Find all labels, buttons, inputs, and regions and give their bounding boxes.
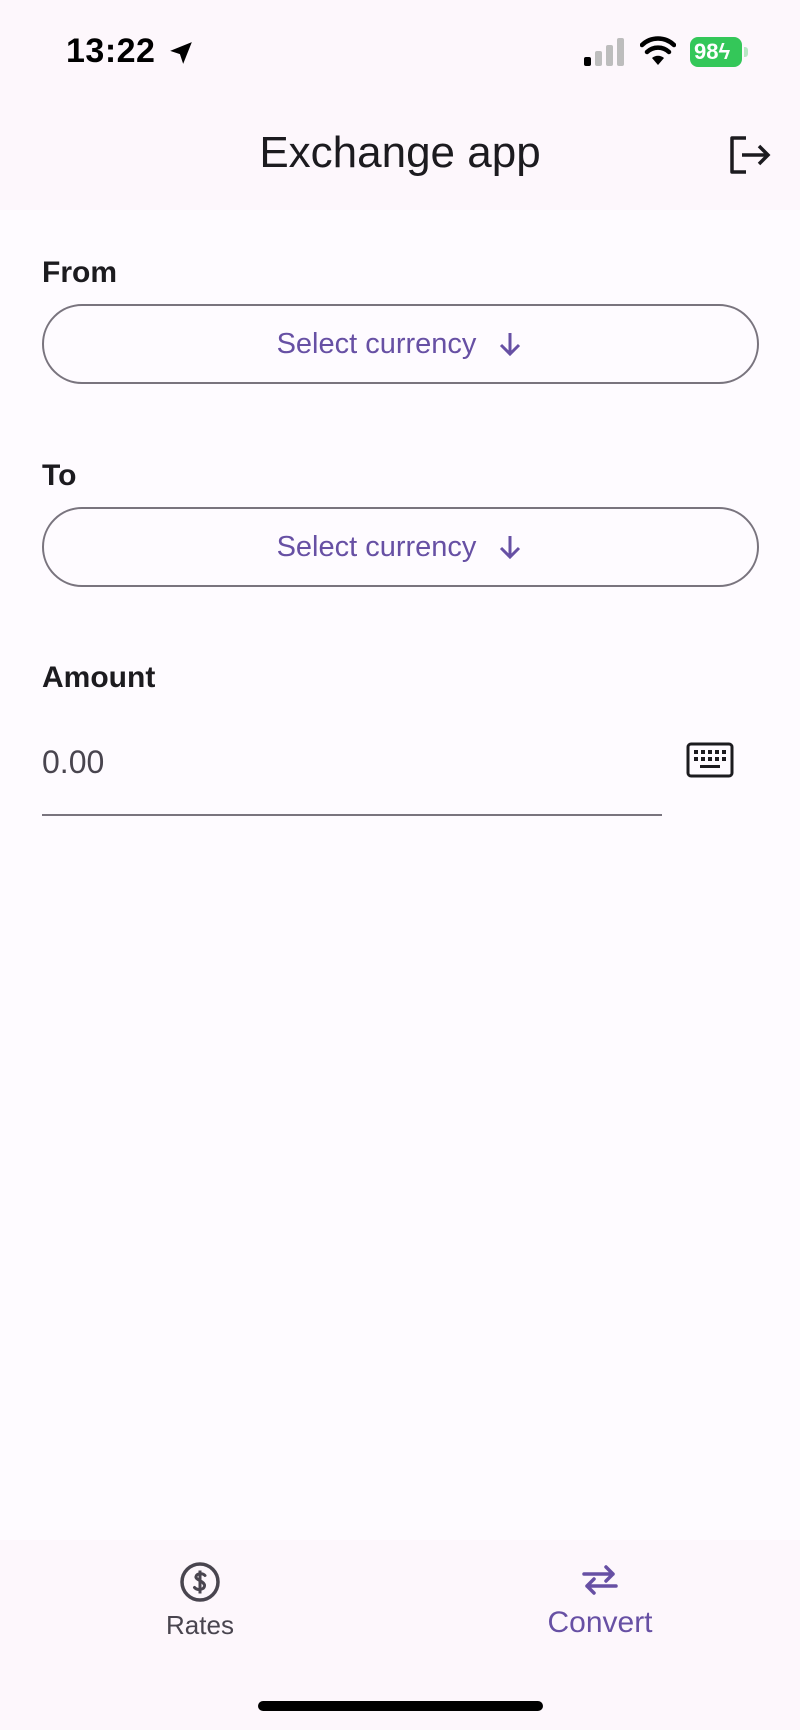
nav-item-rates[interactable]: Rates	[100, 1560, 300, 1670]
nav-item-convert[interactable]: Convert	[500, 1560, 700, 1670]
location-arrow-icon	[170, 42, 192, 64]
page-title: Exchange app	[259, 128, 541, 177]
status-time: 13:22	[66, 32, 156, 70]
battery-level: 98ϟ	[690, 37, 742, 67]
amount-label: Amount	[42, 661, 156, 694]
from-currency-button[interactable]: Select currency	[42, 304, 759, 384]
amount-field[interactable]	[42, 730, 662, 816]
home-indicator	[258, 1701, 543, 1711]
status-bar: 13:22 98ϟ	[0, 0, 800, 100]
to-currency-label: Select currency	[276, 530, 477, 563]
battery-indicator: 98ϟ	[690, 37, 748, 67]
from-label: From	[42, 256, 117, 289]
arrow-down-icon	[500, 536, 521, 560]
keyboard-icon[interactable]	[686, 740, 734, 780]
battery-cap	[744, 47, 748, 57]
arrow-down-icon	[500, 333, 521, 357]
to-label: To	[42, 459, 77, 492]
cellular-signal-icon	[584, 38, 624, 66]
bottom-navigation: Rates Convert	[0, 1540, 800, 1730]
wifi-icon	[640, 36, 676, 65]
to-currency-button[interactable]: Select currency	[42, 507, 759, 587]
nav-label-convert: Convert	[547, 1606, 653, 1639]
from-currency-label: Select currency	[276, 327, 477, 360]
charging-bolt-icon: ϟ	[718, 39, 731, 64]
app-bar: Exchange app	[0, 100, 800, 210]
swap-arrows-icon	[582, 1565, 618, 1595]
dollar-circle-icon	[180, 1562, 220, 1602]
amount-input[interactable]	[42, 736, 642, 788]
logout-icon[interactable]	[724, 130, 774, 180]
nav-label-rates: Rates	[166, 1610, 234, 1640]
